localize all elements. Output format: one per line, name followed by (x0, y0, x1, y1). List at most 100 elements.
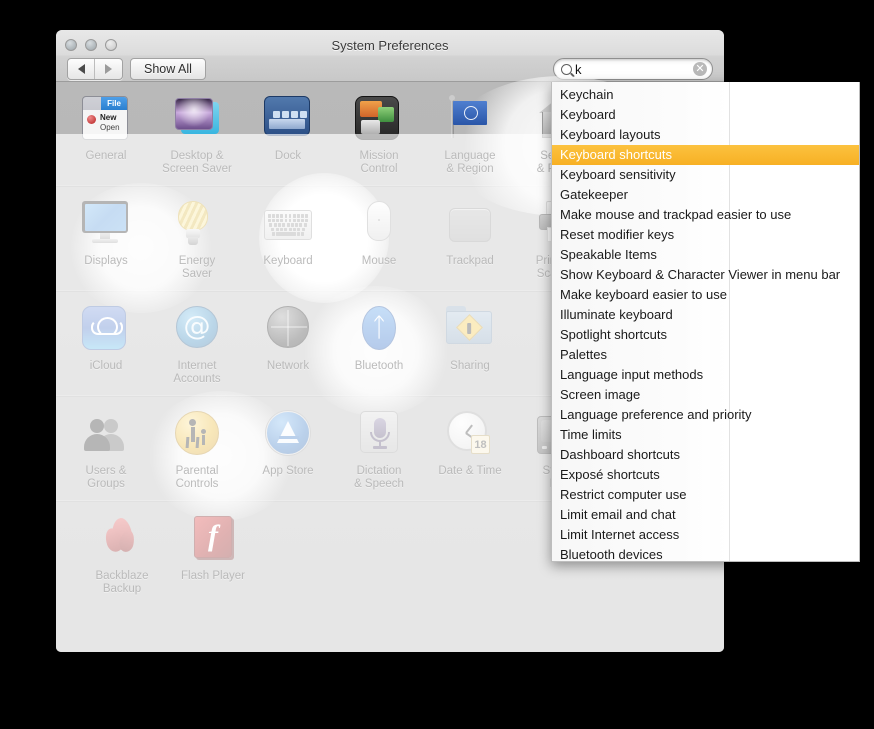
bluetooth-icon: ᛏ (355, 306, 403, 354)
search-result-item[interactable]: Limit email and chat (552, 505, 859, 525)
back-arrow-icon (78, 64, 85, 74)
pref-item-trackpad[interactable]: Trackpad (429, 201, 511, 281)
pref-item-label: Network (267, 360, 309, 373)
pref-item-mission-control[interactable]: MissionControl (338, 96, 420, 176)
pref-item-label: Sharing (450, 360, 490, 373)
pref-item-label: EnergySaver (179, 255, 215, 281)
search-result-item[interactable]: Dashboard shortcuts (552, 445, 859, 465)
pref-item-bluetooth[interactable]: ᛏ Bluetooth (338, 306, 420, 386)
search-result-item[interactable]: Screen image (552, 385, 859, 405)
search-result-item[interactable]: Language preference and priority (552, 405, 859, 425)
pref-item-app-store[interactable]: App Store (247, 411, 329, 491)
screen: System Preferences Show All k ✕ Notific (0, 0, 874, 729)
sharing-icon (446, 306, 494, 354)
pref-item-general[interactable]: File NewOpen General (65, 96, 147, 176)
pref-item-flash-player[interactable]: Flash Player (172, 516, 254, 596)
icloud-icon (82, 306, 130, 354)
pref-item-label: Bluetooth (355, 360, 404, 373)
pref-item-label: Language& Region (444, 150, 495, 176)
search-result-item[interactable]: Restrict computer use (552, 485, 859, 505)
pref-item-parental-controls[interactable]: ParentalControls (156, 411, 238, 491)
search-result-item[interactable]: Show Keyboard & Character Viewer in menu… (552, 265, 859, 285)
pref-item-label: General (86, 150, 127, 163)
pref-item-label: Mouse (362, 255, 397, 268)
keyboard-icon (264, 201, 312, 249)
nav-segmented-control[interactable] (67, 58, 123, 80)
pref-item-network[interactable]: Network (247, 306, 329, 386)
pref-item-displays[interactable]: Displays (65, 201, 147, 281)
search-results-dropdown[interactable]: KeychainKeyboardKeyboard layoutsKeyboard… (551, 82, 860, 562)
search-result-item[interactable]: Spotlight shortcuts (552, 325, 859, 345)
back-button[interactable] (68, 59, 95, 79)
pref-item-label: Trackpad (446, 255, 494, 268)
pref-item-language-region[interactable]: Language& Region (429, 96, 511, 176)
backblaze-backup-icon (98, 516, 146, 564)
window-toolbar: Show All k ✕ (56, 58, 724, 82)
search-result-item[interactable]: Exposé shortcuts (552, 465, 859, 485)
search-result-item[interactable]: Language input methods (552, 365, 859, 385)
search-results-list[interactable]: KeychainKeyboardKeyboard layoutsKeyboard… (552, 82, 859, 562)
show-all-button[interactable]: Show All (130, 58, 206, 80)
general-icon: File NewOpen (82, 96, 130, 144)
trackpad-icon (446, 201, 494, 249)
flash-player-icon (189, 516, 237, 564)
pref-item-label: Keyboard (263, 255, 312, 268)
app-store-icon (264, 411, 312, 459)
search-result-item[interactable]: Palettes (552, 345, 859, 365)
pref-item-label: Desktop &Screen Saver (162, 150, 232, 176)
pref-item-dictation-speech[interactable]: Dictation& Speech (338, 411, 420, 491)
forward-arrow-icon (105, 64, 112, 74)
pref-item-dock[interactable]: Dock (247, 96, 329, 176)
language-region-icon (446, 96, 494, 144)
search-result-item[interactable]: Gatekeeper (552, 185, 859, 205)
search-result-item[interactable]: Bluetooth devices (552, 545, 859, 562)
pref-item-label: ParentalControls (176, 465, 219, 491)
pref-item-mouse[interactable]: Mouse (338, 201, 420, 281)
search-input[interactable]: k (575, 63, 693, 76)
pref-item-label: Displays (84, 255, 127, 268)
internet-accounts-icon: @ (173, 306, 221, 354)
search-result-item[interactable]: Keychain (552, 85, 859, 105)
pref-item-keyboard[interactable]: Keyboard (247, 201, 329, 281)
dock-icon (264, 96, 312, 144)
parental-controls-icon (173, 411, 221, 459)
search-result-item[interactable]: Speakable Items (552, 245, 859, 265)
search-result-item[interactable]: Keyboard sensitivity (552, 165, 859, 185)
window-title: System Preferences (56, 38, 724, 53)
pref-item-label: iCloud (90, 360, 123, 373)
pref-item-label: Users &Groups (86, 465, 127, 491)
search-result-item[interactable]: Reset modifier keys (552, 225, 859, 245)
pref-item-label: InternetAccounts (173, 360, 220, 386)
window-titlebar: System Preferences Show All k ✕ (56, 30, 724, 82)
search-result-item[interactable]: Illuminate keyboard (552, 305, 859, 325)
search-field[interactable]: k ✕ (553, 58, 713, 80)
search-result-item[interactable]: Limit Internet access (552, 525, 859, 545)
network-icon (264, 306, 312, 354)
pref-item-date-time[interactable]: 18 Date & Time (429, 411, 511, 491)
search-result-item[interactable]: Keyboard (552, 105, 859, 125)
energy-saver-icon (173, 201, 221, 249)
displays-icon (82, 201, 130, 249)
search-result-item[interactable]: Keyboard layouts (552, 125, 859, 145)
forward-button[interactable] (95, 59, 122, 79)
pref-item-desktop-screensaver[interactable]: Desktop &Screen Saver (156, 96, 238, 176)
search-result-item[interactable]: Keyboard shortcuts (552, 145, 859, 165)
search-icon (561, 64, 572, 75)
pref-item-label: App Store (262, 465, 313, 478)
pref-item-energy-saver[interactable]: EnergySaver (156, 201, 238, 281)
pref-item-sharing[interactable]: Sharing (429, 306, 511, 386)
mission-control-icon (355, 96, 403, 144)
pref-item-label: Flash Player (181, 570, 245, 583)
dictation-speech-icon (355, 411, 403, 459)
search-result-item[interactable]: Make mouse and trackpad easier to use (552, 205, 859, 225)
pref-item-internet-accounts[interactable]: @ InternetAccounts (156, 306, 238, 386)
clear-icon[interactable]: ✕ (693, 62, 707, 76)
desktop-screensaver-icon (173, 96, 221, 144)
pref-item-label: Date & Time (438, 465, 501, 478)
pref-item-users-groups[interactable]: Users &Groups (65, 411, 147, 491)
pref-item-label: MissionControl (360, 150, 399, 176)
pref-item-icloud[interactable]: iCloud (65, 306, 147, 386)
search-result-item[interactable]: Time limits (552, 425, 859, 445)
pref-item-backblaze-backup[interactable]: BackblazeBackup (81, 516, 163, 596)
search-result-item[interactable]: Make keyboard easier to use (552, 285, 859, 305)
